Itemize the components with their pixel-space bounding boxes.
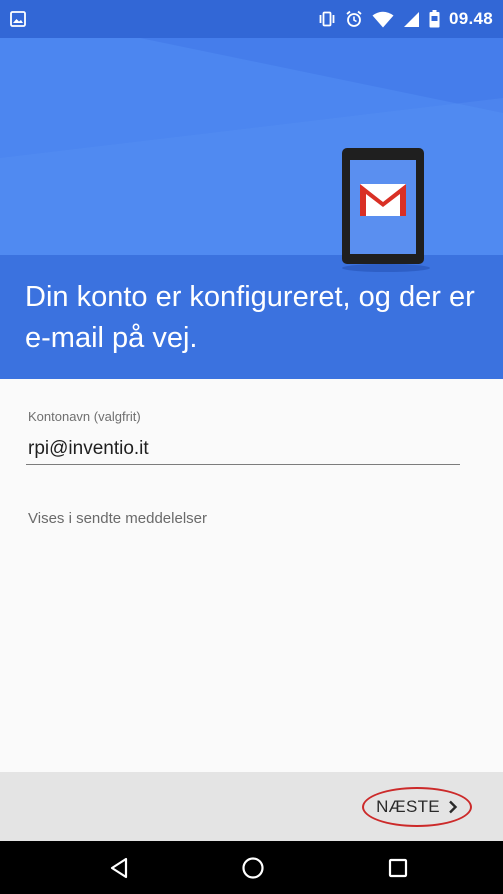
alarm-icon bbox=[345, 10, 363, 28]
chevron-right-icon bbox=[448, 800, 458, 814]
gmail-phone-icon bbox=[338, 144, 434, 279]
hero-banner: Din konto er konfigureret, og der er e-m… bbox=[0, 38, 503, 379]
back-icon[interactable] bbox=[103, 852, 135, 884]
next-button[interactable]: NÆSTE bbox=[362, 787, 472, 827]
account-form: Kontonavn (valgfrit) Vises i sendte medd… bbox=[0, 379, 503, 772]
helper-text: Vises i sendte meddelelser bbox=[28, 510, 207, 527]
account-name-label: Kontonavn (valgfrit) bbox=[28, 409, 141, 424]
status-bar: 09.48 bbox=[0, 0, 503, 38]
battery-icon bbox=[429, 10, 440, 28]
home-icon[interactable] bbox=[237, 852, 269, 884]
navigation-bar bbox=[0, 841, 503, 894]
hero-title: Din konto er konfigureret, og der er e-m… bbox=[25, 281, 475, 354]
status-time: 09.48 bbox=[448, 9, 493, 28]
next-button-label: NÆSTE bbox=[376, 797, 440, 816]
footer-bar: NÆSTE bbox=[0, 772, 503, 841]
recents-icon[interactable] bbox=[382, 852, 414, 884]
cell-signal-icon bbox=[403, 11, 420, 28]
wifi-icon bbox=[372, 11, 394, 28]
vibrate-icon bbox=[318, 11, 336, 27]
account-name-input[interactable] bbox=[26, 433, 460, 465]
image-icon bbox=[10, 11, 26, 27]
